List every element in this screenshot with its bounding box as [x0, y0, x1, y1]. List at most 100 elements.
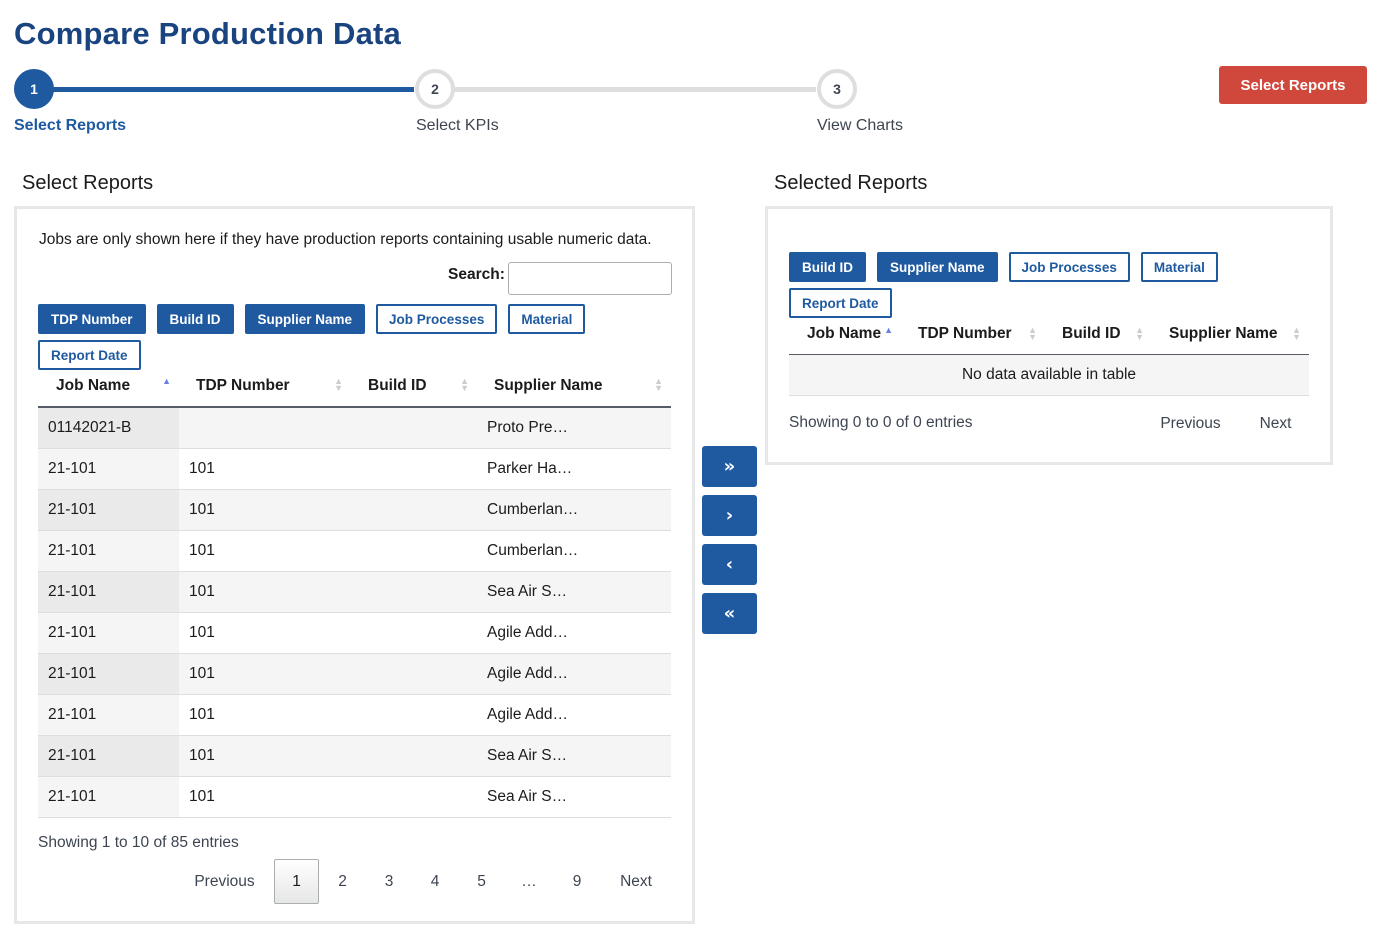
column-visibility-toggles: Build ID Supplier Name Job Processes Mat…: [789, 252, 1239, 318]
column-header-tdp-number[interactable]: TDP Number ▲ ▼: [901, 314, 1045, 355]
toggle-supplier-name[interactable]: Supplier Name: [244, 304, 366, 334]
cell-supplier-name: Cumberlan…: [477, 489, 671, 531]
available-reports-table: Job Name ▲ TDP Number ▲ ▼ Build ID ▲ ▼ Sup…: [38, 365, 671, 818]
sort-icon: ▲ ▼: [334, 376, 343, 393]
empty-table-message: No data available in table: [789, 354, 1309, 396]
cell-tdp-number: 101: [179, 448, 351, 490]
pagination-ellipsis: …: [521, 872, 537, 890]
cell-build-id: [351, 776, 477, 818]
search-input[interactable]: [508, 262, 672, 295]
pagination-next[interactable]: Next: [1233, 404, 1318, 444]
sort-icon: ▲ ▼: [654, 376, 663, 393]
sort-icon: ▲ ▼: [1135, 325, 1144, 342]
add-all-button[interactable]: »: [702, 446, 757, 487]
table-row[interactable]: 21-101 101 Agile Add…: [38, 694, 671, 736]
column-header-label: TDP Number: [196, 376, 290, 394]
toggle-build-id[interactable]: Build ID: [789, 252, 866, 282]
pagination-page-current[interactable]: 1: [274, 859, 319, 904]
cell-job-name: 21-101: [38, 776, 179, 818]
cell-supplier-name: Agile Add…: [477, 653, 671, 695]
pagination-previous[interactable]: Previous: [182, 859, 267, 904]
table-row[interactable]: 21-101 101 Agile Add…: [38, 612, 671, 654]
column-header-label: Build ID: [1062, 324, 1121, 342]
column-header-build-id[interactable]: Build ID ▲ ▼: [351, 365, 477, 408]
cell-tdp-number: 101: [179, 612, 351, 654]
column-header-label: Supplier Name: [494, 376, 603, 394]
cell-supplier-name: Sea Air S…: [477, 735, 671, 777]
toggle-supplier-name[interactable]: Supplier Name: [877, 252, 998, 282]
cell-build-id: [351, 407, 477, 449]
cell-tdp-number: 101: [179, 653, 351, 695]
cell-job-name: 01142021-B: [38, 407, 179, 449]
cell-build-id: [351, 571, 477, 613]
selected-reports-table: Job Name ▲ TDP Number ▲ ▼ Build ID ▲ ▼ Sup…: [789, 314, 1309, 396]
column-header-tdp-number[interactable]: TDP Number ▲ ▼: [179, 365, 351, 408]
cell-build-id: [351, 653, 477, 695]
step-3-label: View Charts: [817, 117, 903, 134]
cell-supplier-name: Parker Ha…: [477, 448, 671, 490]
table-row[interactable]: 01142021-B Proto Pre…: [38, 407, 671, 449]
pagination-page[interactable]: 2: [319, 859, 366, 904]
table-row[interactable]: 21-101 101 Sea Air S…: [38, 776, 671, 818]
cell-build-id: [351, 735, 477, 777]
toggle-job-processes[interactable]: Job Processes: [376, 304, 498, 334]
selected-reports-heading: Selected Reports: [774, 172, 928, 194]
toggle-job-processes[interactable]: Job Processes: [1008, 252, 1130, 282]
table-row[interactable]: 21-101 101 Agile Add…: [38, 653, 671, 695]
column-header-job-name[interactable]: Job Name ▲: [38, 365, 179, 408]
cell-job-name: 21-101: [38, 448, 179, 490]
table-row[interactable]: 21-101 101 Sea Air S…: [38, 571, 671, 613]
pagination-page[interactable]: 3: [366, 859, 412, 904]
toggle-material[interactable]: Material: [1140, 252, 1218, 282]
select-reports-button[interactable]: Select Reports: [1219, 66, 1367, 104]
column-header-job-name[interactable]: Job Name ▲: [789, 314, 901, 355]
add-selected-button[interactable]: ›: [702, 495, 757, 536]
toggle-tdp-number[interactable]: TDP Number: [38, 304, 146, 334]
toggle-material[interactable]: Material: [508, 304, 586, 334]
cell-tdp-number: 101: [179, 530, 351, 572]
step-1-indicator: 1: [14, 69, 54, 109]
cell-job-name: 21-101: [38, 653, 179, 695]
cell-supplier-name: Sea Air S…: [477, 571, 671, 613]
page-title: Compare Production Data: [14, 16, 401, 51]
cell-tdp-number: 101: [179, 735, 351, 777]
step-3-indicator: 3: [817, 69, 857, 109]
remove-selected-button[interactable]: ‹: [702, 544, 757, 585]
cell-job-name: 21-101: [38, 612, 179, 654]
pagination-next[interactable]: Next: [601, 859, 671, 904]
table-row[interactable]: 21-101 101 Sea Air S…: [38, 735, 671, 777]
toggle-build-id[interactable]: Build ID: [156, 304, 234, 334]
available-reports-panel: Jobs are only shown here if they have pr…: [14, 206, 695, 924]
column-header-label: Job Name: [807, 324, 882, 342]
sort-ascending-icon: ▲: [162, 376, 171, 386]
column-header-supplier-name[interactable]: Supplier Name ▲ ▼: [1152, 314, 1309, 355]
column-header-supplier-name[interactable]: Supplier Name ▲ ▼: [477, 365, 671, 408]
sort-icon: ▲ ▼: [1028, 325, 1037, 342]
table-row[interactable]: 21-101 101 Parker Ha…: [38, 448, 671, 490]
column-header-build-id[interactable]: Build ID ▲ ▼: [1045, 314, 1152, 355]
cell-build-id: [351, 694, 477, 736]
table-info: Showing 0 to 0 of 0 entries: [789, 414, 973, 431]
pagination-page[interactable]: 4: [412, 859, 458, 904]
cell-build-id: [351, 612, 477, 654]
column-visibility-toggles: TDP Number Build ID Supplier Name Job Pr…: [38, 304, 598, 370]
column-header-label: Build ID: [368, 376, 427, 394]
remove-all-button[interactable]: «: [702, 593, 757, 634]
step-1-label: Select Reports: [14, 117, 127, 134]
cell-tdp-number: 101: [179, 489, 351, 531]
pagination-page[interactable]: 9: [553, 859, 601, 904]
cell-supplier-name: Cumberlan…: [477, 530, 671, 572]
cell-job-name: 21-101: [38, 571, 179, 613]
column-header-label: TDP Number: [918, 324, 1012, 342]
table-info: Showing 1 to 10 of 85 entries: [38, 834, 239, 851]
pagination-previous[interactable]: Previous: [1148, 404, 1233, 444]
pagination-page[interactable]: 5: [458, 859, 505, 904]
sort-icon: ▲ ▼: [1292, 325, 1301, 342]
table-row[interactable]: 21-101 101 Cumberlan…: [38, 489, 671, 531]
cell-tdp-number: [179, 407, 351, 449]
cell-supplier-name: Proto Pre…: [477, 407, 671, 449]
cell-build-id: [351, 530, 477, 572]
table-row[interactable]: 21-101 101 Cumberlan…: [38, 530, 671, 572]
column-header-label: Job Name: [56, 376, 131, 394]
column-header-label: Supplier Name: [1169, 324, 1278, 342]
